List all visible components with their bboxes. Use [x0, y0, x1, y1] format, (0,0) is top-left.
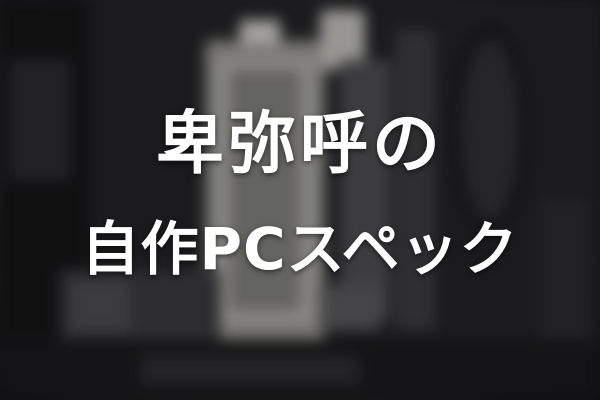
title-line-2: 自作PCスペック	[81, 215, 519, 283]
title-line-1: 卑弥呼の	[155, 105, 444, 184]
thumbnail: 卑弥呼の 自作PCスペック	[0, 0, 600, 400]
dark-overlay	[0, 0, 600, 400]
